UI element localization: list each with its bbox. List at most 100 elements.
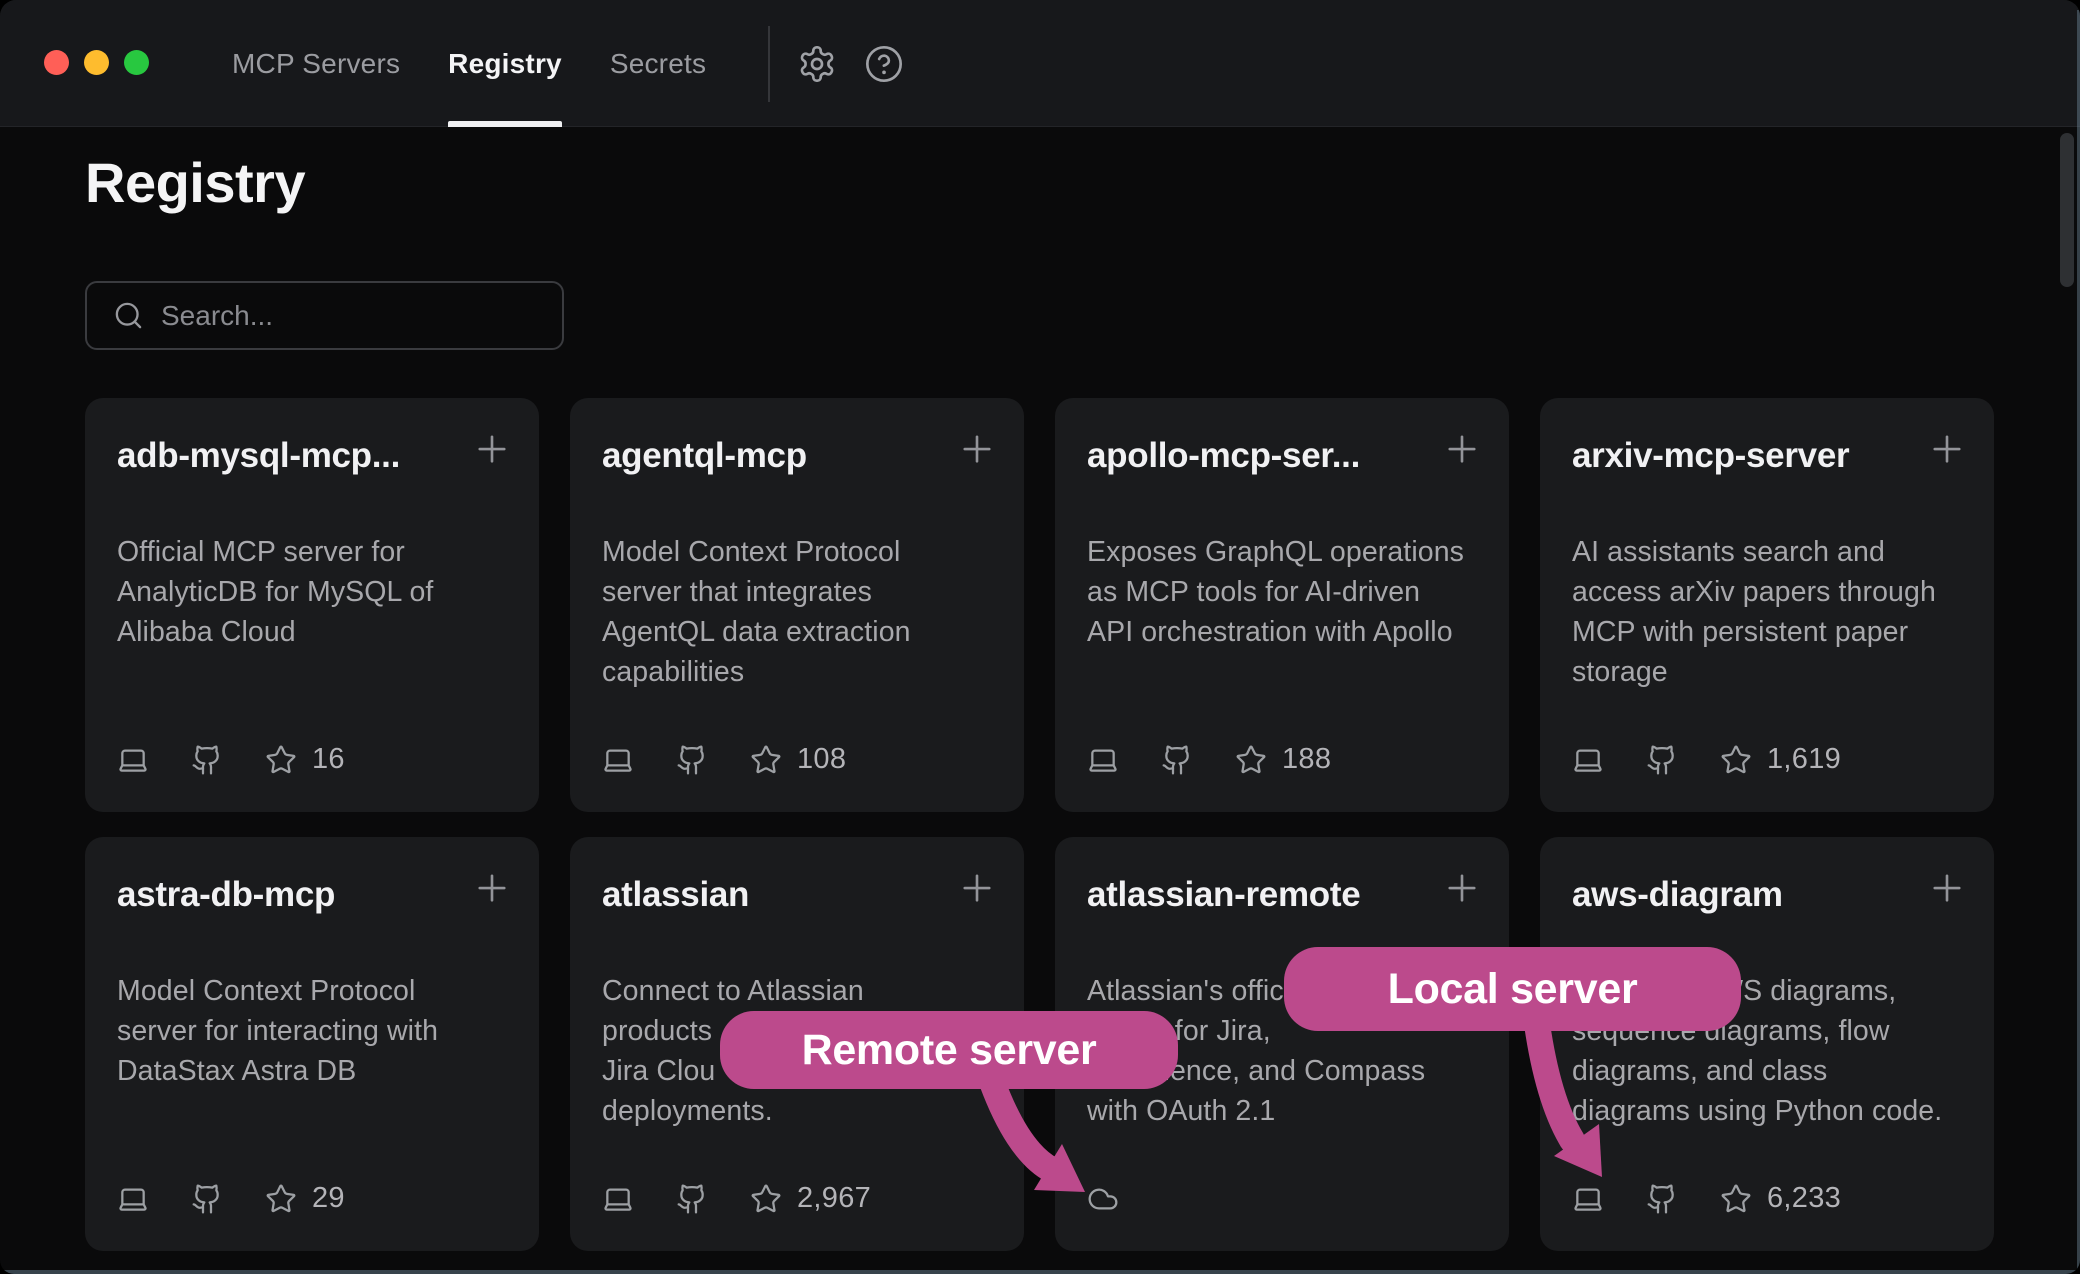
server-card-footer: 108 [602, 743, 992, 776]
github-icon[interactable] [191, 744, 223, 776]
server-card-footer: 188 [1087, 743, 1477, 776]
add-server-button[interactable] [469, 426, 515, 472]
star-icon [1720, 1183, 1752, 1215]
star-icon [1720, 744, 1752, 776]
server-card[interactable]: atlassian-remote Atlassian's official MC… [1055, 837, 1509, 1251]
star-rating: 29 [265, 1182, 345, 1215]
server-card[interactable]: arxiv-mcp-server AI assistants search an… [1540, 398, 1994, 812]
add-server-button[interactable] [1439, 865, 1485, 911]
tab-mcp-servers[interactable]: MCP Servers [232, 0, 400, 127]
plus-icon [1441, 867, 1483, 909]
server-name: adb-mysql-mcp... [117, 436, 477, 476]
gear-icon [797, 44, 837, 84]
star-rating: 108 [750, 743, 846, 776]
plus-icon [471, 867, 513, 909]
star-icon [265, 744, 297, 776]
server-description: Generate AWS diagrams, sequence diagrams… [1572, 971, 1962, 1131]
server-description: Model Context Protocol server for intera… [117, 971, 507, 1091]
add-server-button[interactable] [954, 865, 1000, 911]
star-icon [265, 1183, 297, 1215]
server-description: Exposes GraphQL operations as MCP tools … [1087, 532, 1477, 652]
laptop-icon [602, 744, 634, 776]
star-icon [750, 1183, 782, 1215]
server-card[interactable]: aws-diagram Generate AWS diagrams, seque… [1540, 837, 1994, 1251]
tab-secrets[interactable]: Secrets [610, 0, 706, 127]
star-count: 29 [312, 1182, 345, 1215]
server-card-footer: 1,619 [1572, 743, 1962, 776]
laptop-icon [1572, 744, 1604, 776]
laptop-icon [117, 1183, 149, 1215]
star-count: 188 [1282, 743, 1331, 776]
laptop-icon [1572, 1183, 1604, 1215]
server-description: AI assistants search and access arXiv pa… [1572, 532, 1962, 692]
star-count: 108 [797, 743, 846, 776]
cloud-icon [1087, 1183, 1119, 1215]
laptop-icon [602, 1183, 634, 1215]
plus-icon [1926, 867, 1968, 909]
star-icon [750, 744, 782, 776]
server-description: Model Context Protocol server that integ… [602, 532, 992, 692]
add-server-button[interactable] [1924, 426, 1970, 472]
star-rating: 188 [1235, 743, 1331, 776]
add-server-button[interactable] [954, 426, 1000, 472]
server-card[interactable]: agentql-mcp Model Context Protocol serve… [570, 398, 1024, 812]
star-count: 6,233 [1767, 1182, 1841, 1215]
github-icon[interactable] [1646, 744, 1678, 776]
server-name: agentql-mcp [602, 436, 962, 476]
server-card[interactable]: adb-mysql-mcp... Official MCP server for… [85, 398, 539, 812]
server-card[interactable]: atlassian Connect to Atlassian products … [570, 837, 1024, 1251]
github-icon[interactable] [676, 744, 708, 776]
search-input[interactable] [161, 300, 546, 332]
server-description: Atlassian's official MCP server for Jira… [1087, 971, 1477, 1131]
main-tabs: MCP Servers Registry Secrets [232, 0, 706, 127]
app-window: MCP Servers Registry Secrets Registry adb-… [0, 0, 2080, 1274]
registry-grid: adb-mysql-mcp... Official MCP server for… [85, 398, 1994, 1251]
plus-icon [956, 867, 998, 909]
star-rating: 6,233 [1720, 1182, 1841, 1215]
star-rating: 2,967 [750, 1182, 871, 1215]
server-description: Connect to Atlassian products Jira Clou … [602, 971, 992, 1131]
server-card-footer: 2,967 [602, 1182, 992, 1215]
star-rating: 16 [265, 743, 345, 776]
server-name: atlassian [602, 875, 962, 915]
page-title: Registry [85, 150, 305, 215]
star-rating: 1,619 [1720, 743, 1841, 776]
settings-button[interactable] [794, 41, 840, 87]
server-card-footer: 16 [117, 743, 507, 776]
server-name: aws-diagram [1572, 875, 1932, 915]
server-description: Official MCP server for AnalyticDB for M… [117, 532, 507, 652]
registry-page: Registry adb-mysql-mcp... Official MCP s… [0, 128, 2080, 1274]
star-count: 16 [312, 743, 345, 776]
tab-registry[interactable]: Registry [448, 0, 562, 127]
search-box [85, 281, 564, 350]
close-window-button[interactable] [44, 50, 69, 75]
github-icon[interactable] [191, 1183, 223, 1215]
vertical-scrollbar-thumb[interactable] [2060, 133, 2074, 287]
github-icon[interactable] [1161, 744, 1193, 776]
help-button[interactable] [861, 41, 907, 87]
plus-icon [956, 428, 998, 470]
star-icon [1235, 744, 1267, 776]
toolbar-divider [768, 26, 770, 102]
laptop-icon [117, 744, 149, 776]
add-server-button[interactable] [1439, 426, 1485, 472]
plus-icon [1441, 428, 1483, 470]
zoom-window-button[interactable] [124, 50, 149, 75]
server-card[interactable]: apollo-mcp-ser... Exposes GraphQL operat… [1055, 398, 1509, 812]
question-circle-icon [864, 44, 904, 84]
minimize-window-button[interactable] [84, 50, 109, 75]
search-icon [113, 300, 144, 331]
laptop-icon [1087, 744, 1119, 776]
star-count: 2,967 [797, 1182, 871, 1215]
star-count: 1,619 [1767, 743, 1841, 776]
add-server-button[interactable] [1924, 865, 1970, 911]
title-bar: MCP Servers Registry Secrets [0, 0, 2080, 127]
server-name: apollo-mcp-ser... [1087, 436, 1447, 476]
add-server-button[interactable] [469, 865, 515, 911]
github-icon[interactable] [1646, 1183, 1678, 1215]
traffic-lights [44, 50, 149, 75]
server-card[interactable]: astra-db-mcp Model Context Protocol serv… [85, 837, 539, 1251]
github-icon[interactable] [676, 1183, 708, 1215]
server-name: atlassian-remote [1087, 875, 1447, 915]
server-card-footer [1087, 1183, 1477, 1215]
